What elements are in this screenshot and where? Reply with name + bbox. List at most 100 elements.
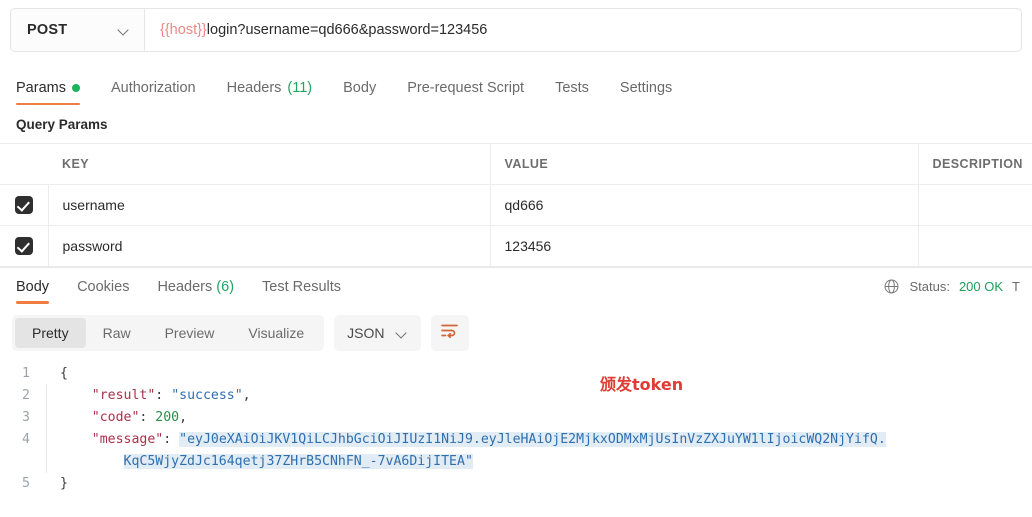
tab-body[interactable]: Body xyxy=(343,80,393,105)
tab-body-label: Body xyxy=(343,80,377,96)
row-value[interactable]: qd666 xyxy=(490,184,919,226)
code-content: "code": 200, xyxy=(46,407,187,429)
query-params-table: KEY VALUE DESCRIPTION username qd666 pas… xyxy=(0,143,1032,267)
response-tab-bar: Body Cookies Headers (6) Test Results St… xyxy=(0,267,1032,305)
checkbox-checked-icon[interactable] xyxy=(14,196,33,215)
json-token-part1: eyJ0eXAiOiJKV1QiLCJhbGciOiJIUzI1NiJ9.eyJ… xyxy=(187,432,886,447)
url-input[interactable]: {{host}} login?username=qd666&password=12… xyxy=(145,9,1021,51)
url-variable: {{host}} xyxy=(160,22,207,38)
tab-settings[interactable]: Settings xyxy=(620,80,689,105)
code-content: "message": "eyJ0eXAiOiJKV1QiLCJhbGciOiJI… xyxy=(46,429,886,451)
column-header-description: DESCRIPTION xyxy=(918,143,1032,185)
json-string-value: "success" xyxy=(171,388,243,403)
code-line-wrapped: KqC5WjyZdJc164qetj37ZHrB5CNhFN_-7vA6DijI… xyxy=(0,451,1032,473)
postman-request-response-pane: POST {{host}} login?username=qd666&passwo… xyxy=(0,8,1032,517)
line-number: 3 xyxy=(22,410,30,425)
tab-pre-request-script[interactable]: Pre-request Script xyxy=(407,80,541,105)
checkbox-checked-icon[interactable] xyxy=(14,237,33,256)
content-type-label: JSON xyxy=(347,325,385,341)
json-token-quote-close: " xyxy=(464,454,473,469)
response-format-toolbar: Pretty Raw Preview Visualize JSON xyxy=(0,305,1032,351)
column-header-value: VALUE xyxy=(490,143,919,185)
tab-tests[interactable]: Tests xyxy=(555,80,606,105)
query-params-title: Query Params xyxy=(16,117,108,132)
line-number: 5 xyxy=(22,476,30,491)
json-colon: : xyxy=(163,432,180,447)
response-tab-body-label: Body xyxy=(16,278,50,295)
row-checkbox-cell[interactable] xyxy=(0,225,49,267)
view-mode-preview[interactable]: Preview xyxy=(148,318,232,348)
line-number: 2 xyxy=(22,388,30,403)
tab-authorization-label: Authorization xyxy=(110,80,196,96)
line-number: 4 xyxy=(22,432,30,447)
row-value[interactable]: 123456 xyxy=(490,225,919,267)
code-content: } xyxy=(60,476,68,491)
row-description[interactable] xyxy=(918,225,1032,267)
json-colon: : xyxy=(155,388,172,403)
wrap-text-button[interactable] xyxy=(430,315,469,351)
chevron-down-icon xyxy=(119,25,130,36)
response-tab-cookies[interactable]: Cookies xyxy=(77,270,129,304)
response-time-truncated: T xyxy=(1012,279,1020,294)
response-tab-test-results-label: Test Results xyxy=(262,278,342,295)
tab-headers[interactable]: Headers (11) xyxy=(227,80,330,105)
table-row: username qd666 xyxy=(0,184,1032,226)
http-method-selector[interactable]: POST xyxy=(11,9,145,51)
response-body-code-viewer[interactable]: 1 { 2 "result": "success", 3 "code": 200… xyxy=(0,363,1032,495)
row-key[interactable]: password xyxy=(48,225,491,267)
content-type-selector[interactable]: JSON xyxy=(334,315,421,351)
json-token-part2: KqC5WjyZdJc164qetj37ZHrB5CNhFN_-7vA6DijI… xyxy=(123,454,465,469)
tab-params[interactable]: Params xyxy=(16,80,97,105)
row-key[interactable]: username xyxy=(48,184,491,226)
json-token-quote-open: " xyxy=(179,432,188,447)
code-content: KqC5WjyZdJc164qetj37ZHrB5CNhFN_-7vA6DijI… xyxy=(46,451,473,473)
json-key: "code" xyxy=(91,410,140,425)
wrap-text-icon xyxy=(440,322,459,344)
status-badge: 200 OK xyxy=(958,279,1004,294)
json-colon: : xyxy=(139,410,156,425)
response-tab-headers[interactable]: Headers (6) xyxy=(157,270,234,304)
tab-headers-label: Headers xyxy=(226,80,282,96)
table-header-row: KEY VALUE DESCRIPTION xyxy=(0,143,1032,185)
response-tab-headers-count: (6) xyxy=(216,278,235,295)
request-tab-bar: Params Authorization Headers (11) Body P… xyxy=(0,68,1032,105)
json-key: "result" xyxy=(91,388,156,403)
json-number-value: 200 xyxy=(155,410,180,425)
response-tab-body[interactable]: Body xyxy=(16,270,50,304)
table-row: password 123456 xyxy=(0,225,1032,267)
code-content: "result": "success", xyxy=(46,385,251,407)
view-mode-raw[interactable]: Raw xyxy=(86,318,148,348)
tab-params-label: Params xyxy=(16,80,66,96)
response-tab-test-results[interactable]: Test Results xyxy=(262,270,341,304)
row-description[interactable] xyxy=(918,184,1032,226)
status-label: Status: xyxy=(909,279,950,294)
code-line: 3 "code": 200, xyxy=(0,407,1032,429)
chevron-down-icon xyxy=(397,328,408,339)
header-checkbox-cell xyxy=(0,143,48,185)
tab-settings-label: Settings xyxy=(619,80,673,96)
json-key: "message" xyxy=(91,432,164,447)
view-mode-raw-label: Raw xyxy=(102,325,131,341)
response-status-group: Status: 200 OK T xyxy=(883,278,1020,295)
row-checkbox-cell[interactable] xyxy=(0,184,49,226)
view-mode-segmented-control: Pretty Raw Preview Visualize xyxy=(12,315,325,351)
response-tab-headers-label: Headers xyxy=(157,278,213,295)
view-mode-preview-label: Preview xyxy=(164,325,215,341)
tab-pre-request-script-label: Pre-request Script xyxy=(407,80,525,96)
code-content: { xyxy=(60,366,68,381)
http-method-label: POST xyxy=(27,22,68,38)
view-mode-pretty[interactable]: Pretty xyxy=(15,318,86,348)
params-active-dot-icon xyxy=(71,84,80,92)
view-mode-pretty-label: Pretty xyxy=(32,325,69,341)
tab-headers-count: (11) xyxy=(287,80,313,96)
tab-tests-label: Tests xyxy=(555,80,589,96)
json-comma: , xyxy=(179,410,188,425)
column-header-key: KEY xyxy=(48,143,491,185)
line-number: 1 xyxy=(22,366,30,381)
view-mode-visualize[interactable]: Visualize xyxy=(231,318,321,348)
response-tab-cookies-label: Cookies xyxy=(77,278,130,295)
tab-authorization[interactable]: Authorization xyxy=(111,80,213,105)
code-line: 1 { xyxy=(0,363,1032,385)
url-bar: POST {{host}} login?username=qd666&passwo… xyxy=(10,8,1022,52)
globe-icon xyxy=(883,278,900,295)
